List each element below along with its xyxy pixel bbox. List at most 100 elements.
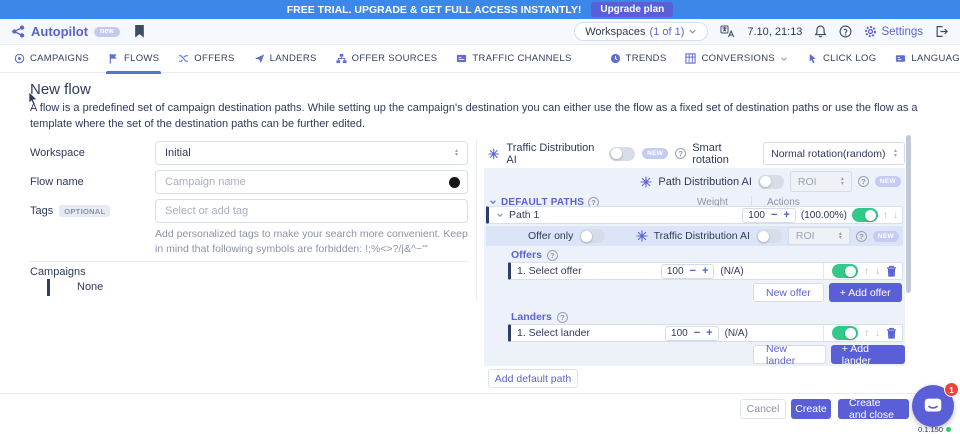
tags-input[interactable] xyxy=(155,199,468,223)
nav-label: CAMPAIGNS xyxy=(30,53,89,64)
path-enabled-toggle[interactable] xyxy=(852,208,878,222)
offer-only-toggle[interactable] xyxy=(579,229,605,243)
metric-value: ROI xyxy=(796,230,815,242)
help-icon[interactable] xyxy=(839,25,852,38)
flow-name-input[interactable] xyxy=(155,170,468,194)
nav-label: LANGUAGES xyxy=(911,53,960,64)
workspace-select[interactable]: Initial xyxy=(155,141,468,165)
create-button[interactable]: Create xyxy=(791,399,831,419)
campaigns-value: None xyxy=(77,281,103,293)
new-offer-button[interactable]: New offer xyxy=(753,283,824,302)
path-traffic-ai-toggle[interactable] xyxy=(756,229,782,243)
info-icon[interactable] xyxy=(675,148,686,159)
nav-trends[interactable]: TRENDS xyxy=(610,45,667,73)
logout-icon[interactable] xyxy=(935,25,948,38)
nav-label: TRENDS xyxy=(626,53,667,64)
chevron-down-icon xyxy=(688,27,697,36)
path-ai-toggle[interactable] xyxy=(758,175,784,189)
plus-button[interactable]: + xyxy=(783,210,789,221)
app-name: Autopilot xyxy=(31,24,88,39)
tags-row: Tags OPTIONAL xyxy=(30,199,468,223)
workspaces-selector[interactable]: Workspaces (1 of 1) xyxy=(574,22,708,41)
lander-weight-stepper[interactable]: 100 − + xyxy=(665,326,719,341)
info-icon[interactable] xyxy=(856,231,867,242)
info-icon[interactable] xyxy=(547,250,558,261)
traffic-ai-toggle[interactable] xyxy=(609,147,635,161)
minus-button[interactable]: − xyxy=(771,210,777,221)
offer-enabled-toggle[interactable] xyxy=(832,264,858,278)
new-badge: NEW xyxy=(873,231,899,242)
card-icon xyxy=(456,53,467,64)
main-nav: CAMPAIGNS FLOWS OFFERS LANDERS OFFER SOU… xyxy=(0,45,960,73)
bell-icon[interactable] xyxy=(814,25,827,38)
info-icon[interactable] xyxy=(557,312,568,323)
select-caret-icon xyxy=(841,177,844,186)
nav-languages[interactable]: LANGUAGES xyxy=(895,45,960,73)
path-weight-stepper[interactable]: 100 − + xyxy=(742,208,796,223)
minus-button[interactable]: − xyxy=(690,266,696,277)
page-description: A flow is a predefined set of campaign d… xyxy=(30,101,932,133)
smart-rotation-select[interactable]: Normal rotation(random) xyxy=(763,142,905,165)
version-info: 0.1.150 xyxy=(918,425,951,434)
table-icon xyxy=(685,53,696,64)
bookmark-icon[interactable] xyxy=(134,25,145,38)
clock-icon xyxy=(610,53,621,64)
landers-title: Landers xyxy=(511,311,552,323)
new-lander-button[interactable]: New lander xyxy=(753,345,826,364)
create-and-close-button[interactable]: Create and close xyxy=(838,399,909,419)
datetime: 7.10, 21:13 xyxy=(747,26,802,38)
path-weight-percent: (100.00%) xyxy=(801,210,847,221)
add-offer-button[interactable]: + Add offer xyxy=(829,283,902,302)
move-up-button[interactable]: ↑ xyxy=(864,328,869,339)
path-traffic-ai-label: Traffic Distribution AI xyxy=(654,230,750,242)
cancel-button[interactable]: Cancel xyxy=(740,399,786,419)
nav-campaigns[interactable]: CAMPAIGNS xyxy=(14,45,89,73)
trash-icon[interactable] xyxy=(886,327,897,339)
color-picker-dot[interactable] xyxy=(449,177,460,188)
settings-link[interactable]: Settings xyxy=(864,25,923,38)
path-weight-value: 100 xyxy=(748,210,765,221)
add-lander-button[interactable]: + Add lander xyxy=(831,345,905,364)
path-traffic-ai-metric-select[interactable]: ROI xyxy=(788,227,850,245)
nav-offers[interactable]: OFFERS xyxy=(178,45,234,73)
nav-traffic-channels[interactable]: TRAFFIC CHANNELS xyxy=(456,45,571,73)
minus-button[interactable]: − xyxy=(694,328,700,339)
cursor-icon xyxy=(807,53,818,64)
ai-icon xyxy=(488,148,499,160)
flow-name-row: Flow name xyxy=(30,170,468,194)
optional-badge: OPTIONAL xyxy=(59,205,110,217)
nav-conversions[interactable]: CONVERSIONS xyxy=(685,45,788,73)
lander-enabled-toggle[interactable] xyxy=(832,326,858,340)
top-bar: Autopilot new Workspaces (1 of 1) 7.10, … xyxy=(0,19,960,45)
traffic-ai-label: Traffic Distribution AI xyxy=(506,142,602,166)
nav-label: FLOWS xyxy=(124,53,159,64)
move-down-button[interactable]: ↓ xyxy=(875,328,880,339)
scrollbar-thumb[interactable] xyxy=(906,135,911,293)
chevron-down-icon[interactable] xyxy=(496,211,504,219)
nav-offer-sources[interactable]: OFFER SOURCES xyxy=(336,45,438,73)
move-down-button[interactable]: ↓ xyxy=(875,266,880,277)
promo-text: FREE TRIAL. UPGRADE & GET FULL ACCESS IN… xyxy=(287,4,582,16)
plus-button[interactable]: + xyxy=(706,328,712,339)
move-up-button[interactable]: ↑ xyxy=(883,210,888,221)
chevron-down-icon xyxy=(780,55,788,63)
version-number: 0.1.150 xyxy=(918,425,943,434)
trash-icon[interactable] xyxy=(886,265,897,277)
move-up-button[interactable]: ↑ xyxy=(864,266,869,277)
upgrade-plan-button[interactable]: Upgrade plan xyxy=(591,2,673,17)
offer-weight-stepper[interactable]: 100 − + xyxy=(661,264,715,279)
nav-label: CONVERSIONS xyxy=(701,53,775,64)
chat-unread-badge: 1 xyxy=(944,382,959,397)
nav-click-log[interactable]: CLICK LOG xyxy=(807,45,876,73)
translate-icon[interactable] xyxy=(720,25,735,38)
info-icon[interactable] xyxy=(858,176,869,187)
nav-flows[interactable]: FLOWS xyxy=(108,45,159,73)
path-ai-label: Path Distribution AI xyxy=(658,176,752,188)
tags-help-text: Add personalized tags to make your searc… xyxy=(155,227,471,257)
move-down-button[interactable]: ↓ xyxy=(893,210,898,221)
plus-button[interactable]: + xyxy=(702,266,708,277)
add-default-path-button[interactable]: Add default path xyxy=(488,369,578,388)
nav-landers[interactable]: LANDERS xyxy=(254,45,317,73)
offers-title: Offers xyxy=(511,249,542,261)
path-ai-metric-select[interactable]: ROI xyxy=(790,171,852,192)
